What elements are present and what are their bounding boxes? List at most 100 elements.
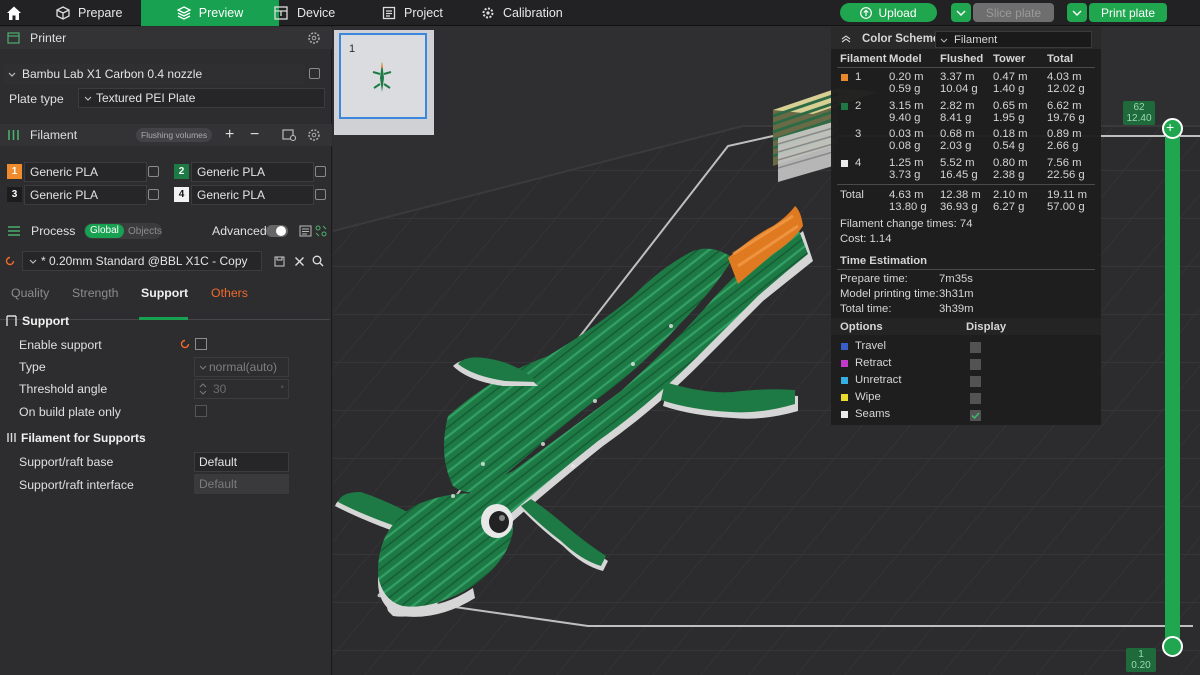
header-model: Model xyxy=(889,53,922,65)
plate-thumbnail[interactable]: 1 xyxy=(334,30,434,135)
filament-2-total-m: 6.62 m xyxy=(1047,100,1082,112)
tab-device[interactable]: Device xyxy=(273,0,363,26)
close-icon[interactable] xyxy=(294,256,305,267)
slice-dropdown-button[interactable] xyxy=(951,3,971,22)
lizard-thumbnail-icon xyxy=(372,62,392,92)
chevron-down-icon xyxy=(940,38,948,43)
option-seams-swatch xyxy=(841,411,848,418)
compare-icon[interactable] xyxy=(299,225,312,237)
objects-toggle[interactable]: Objects xyxy=(128,226,162,237)
print-dropdown-button[interactable] xyxy=(1067,3,1087,22)
filament-slot-3-select[interactable]: Generic PLA xyxy=(24,185,147,205)
enable-support-checkbox[interactable] xyxy=(195,338,207,350)
filament-slot-1-select[interactable]: Generic PLA xyxy=(24,162,147,182)
reset-icon[interactable] xyxy=(180,339,190,349)
filament-2-flushed-g: 8.41 g xyxy=(940,112,972,124)
chevron-down-icon xyxy=(84,96,92,101)
home-button[interactable] xyxy=(6,0,26,26)
edit-icon[interactable] xyxy=(309,68,320,79)
edit-icon[interactable] xyxy=(315,189,326,200)
edit-icon[interactable] xyxy=(148,189,159,200)
option-travel-checkbox[interactable] xyxy=(970,342,981,353)
threshold-angle-input[interactable]: 30 ° xyxy=(194,379,289,399)
stepper-icon[interactable] xyxy=(199,383,207,395)
option-retract-checkbox[interactable] xyxy=(970,359,981,370)
top-layer-height: 12.40 xyxy=(1126,113,1152,124)
remove-filament-button[interactable]: − xyxy=(250,126,259,144)
upload-button[interactable]: Upload xyxy=(840,3,937,22)
raft-interface-select[interactable]: Default xyxy=(194,474,289,494)
gear-icon[interactable] xyxy=(307,128,321,142)
build-plate-only-checkbox[interactable] xyxy=(195,405,207,417)
option-wipe-checkbox[interactable] xyxy=(970,393,981,404)
tab-support[interactable]: Support xyxy=(141,286,188,300)
add-filament-button[interactable]: + xyxy=(225,126,234,144)
color-scheme-select[interactable]: Filament xyxy=(935,31,1092,48)
print-plate-label: Print plate xyxy=(1100,5,1156,20)
process-preset-select[interactable]: * 0.20mm Standard @BBL X1C - Copy xyxy=(22,251,262,271)
collapse-icon[interactable] xyxy=(841,35,851,43)
filament-slot-2-select[interactable]: Generic PLA xyxy=(191,162,314,182)
option-seams-checkbox[interactable] xyxy=(970,410,981,421)
filament-slot-1-color[interactable]: 1 xyxy=(7,164,22,179)
option-retract-label: Retract xyxy=(855,357,892,369)
support-type-select[interactable]: normal(auto) xyxy=(194,357,289,377)
filament-4-total-g: 22.56 g xyxy=(1047,169,1085,181)
option-unretract-checkbox[interactable] xyxy=(970,376,981,387)
bottom-thumb[interactable] xyxy=(1162,636,1183,657)
filament-4-flushed-m: 5.52 m xyxy=(940,157,975,169)
document-icon xyxy=(382,6,396,20)
top-thumb[interactable]: + xyxy=(1162,118,1183,139)
edit-icon[interactable] xyxy=(148,166,159,177)
top-layer-number: 62 xyxy=(1133,102,1145,113)
tune-icon[interactable] xyxy=(315,225,327,237)
raft-base-select[interactable]: Default xyxy=(194,452,289,472)
slice-stats-panel: Color Scheme Filament Filament Model Flu… xyxy=(831,27,1101,425)
reset-icon[interactable] xyxy=(5,256,15,266)
flushing-volumes-button[interactable]: Flushing volumes xyxy=(136,128,213,142)
printer-section-header: Printer xyxy=(0,27,332,49)
build-plate-only-label: On build plate only xyxy=(19,405,121,419)
print-plate-button[interactable]: Print plate xyxy=(1089,3,1167,22)
filament-slot-4-color[interactable]: 4 xyxy=(174,187,189,202)
header-filament: Filament xyxy=(840,53,887,65)
filament-slot-3-color[interactable]: 3 xyxy=(7,187,22,202)
tab-prepare[interactable]: Prepare xyxy=(56,0,146,26)
filament-slot-3-name: Generic PLA xyxy=(30,188,99,202)
prepare-time-label: Prepare time: xyxy=(840,273,908,285)
slider-track[interactable] xyxy=(1165,128,1180,652)
total-tower-m: 2.10 m xyxy=(993,189,1028,201)
global-toggle[interactable]: Global xyxy=(85,224,124,238)
slice-plate-button[interactable]: Slice plate xyxy=(973,3,1054,22)
printer-select[interactable]: Bambu Lab X1 Carbon 0.4 nozzle xyxy=(4,64,305,84)
tab-calibration[interactable]: Calibration xyxy=(481,0,581,26)
process-title: Process xyxy=(31,224,76,238)
tab-others[interactable]: Others xyxy=(211,286,248,300)
filament-4-flushed-g: 16.45 g xyxy=(940,169,978,181)
filament-slot-2-color[interactable]: 2 xyxy=(174,164,189,179)
plate-type-value: Textured PEI Plate xyxy=(96,91,196,105)
total-flushed-m: 12.38 m xyxy=(940,189,981,201)
chevron-down-icon xyxy=(8,72,16,77)
total-time-value: 3h39m xyxy=(939,303,974,315)
upload-label: Upload xyxy=(878,5,917,20)
model-time-value: 3h31m xyxy=(939,288,974,300)
bottom-layer-label: 1 0.20 xyxy=(1126,648,1156,672)
save-icon[interactable] xyxy=(274,256,285,267)
tab-project[interactable]: Project xyxy=(382,0,462,26)
plate-type-select[interactable]: Textured PEI Plate xyxy=(78,88,325,108)
sync-filament-icon[interactable] xyxy=(282,129,296,141)
tab-strength[interactable]: Strength xyxy=(72,286,119,300)
header-tower: Tower xyxy=(993,53,1026,65)
tab-preview[interactable]: Preview xyxy=(141,0,279,26)
upload-icon xyxy=(860,6,873,19)
advanced-toggle[interactable] xyxy=(266,225,288,237)
filament-3-tower-g: 0.54 g xyxy=(993,140,1025,152)
filament-supports-title: Filament for Supports xyxy=(21,431,146,445)
option-travel-label: Travel xyxy=(855,340,886,352)
filament-slot-4-select[interactable]: Generic PLA xyxy=(191,185,314,205)
gear-icon[interactable] xyxy=(307,31,321,45)
tab-quality[interactable]: Quality xyxy=(11,286,49,300)
edit-icon[interactable] xyxy=(315,166,326,177)
search-icon[interactable] xyxy=(312,255,324,267)
